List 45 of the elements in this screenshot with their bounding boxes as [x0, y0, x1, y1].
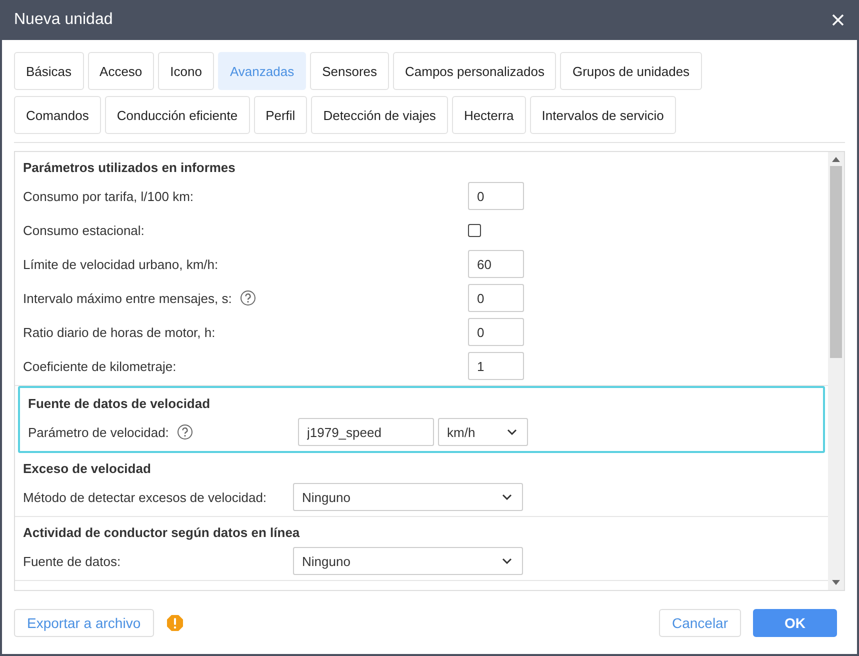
field-label: Límite de velocidad urbano, km/h: [23, 256, 218, 272]
number-field[interactable]: 0 [468, 318, 524, 346]
tab[interactable]: Detección de viajes [311, 96, 448, 134]
close-icon[interactable] [831, 13, 845, 27]
section-title: Actividad de conductor según datos en línea [23, 524, 300, 542]
checkbox[interactable] [468, 224, 481, 236]
field-label: Fuente de datos: [23, 554, 121, 568]
scrollbar[interactable] [828, 152, 844, 590]
caret-icon [507, 429, 517, 435]
tab[interactable]: Conducción eficiente [104, 96, 250, 134]
tab[interactable]: Comandos [14, 96, 101, 134]
method-dropdown[interactable]: Ninguno [293, 483, 523, 511]
number-field[interactable]: 60 [468, 250, 524, 278]
tab[interactable]: Campos personalizados [393, 52, 556, 90]
method-dropdown[interactable]: Ninguno [293, 547, 523, 575]
tab[interactable]: Básicas [14, 52, 84, 90]
number-field[interactable]: 1 [468, 352, 524, 380]
help-icon[interactable] [240, 290, 256, 306]
field-label: Método de detectar excesos de velocidad: [23, 490, 267, 504]
tab[interactable]: Hecterra [452, 96, 526, 134]
field-label: Coeficiente de kilometraje: [23, 358, 176, 374]
field-label: Consumo estacional: [23, 222, 144, 238]
tab[interactable]: Sensores [310, 52, 389, 90]
section-title: Fuente de datos de velocidad [28, 395, 210, 413]
caret-icon [502, 494, 512, 500]
field-label: Ratio diario de horas de motor, h: [23, 324, 216, 340]
help-icon[interactable] [176, 424, 193, 440]
number-field[interactable]: 0 [468, 182, 524, 210]
field-label: Parámetro de velocidad: [28, 424, 169, 440]
section-title: Parámetros utilizados en informes [23, 159, 236, 177]
scroll-down-icon[interactable] [832, 580, 840, 586]
parameter-field[interactable]: j1979_speed [298, 418, 434, 446]
window-title: Nueva unidad [14, 11, 113, 29]
tab[interactable]: Grupos de unidades [560, 52, 702, 90]
tab[interactable]: Acceso [88, 52, 154, 90]
unit-dropdown[interactable]: km/h [438, 418, 528, 446]
tab[interactable]: Perfil [254, 96, 308, 134]
field-label: Consumo por tarifa, l/100 km: [23, 188, 194, 204]
caret-icon [502, 558, 512, 564]
number-field[interactable]: 0 [468, 284, 524, 312]
field-label: Intervalo máximo entre mensajes, s: [23, 290, 232, 306]
section-title: Exceso de velocidad [23, 460, 151, 478]
scroll-up-icon[interactable] [832, 156, 840, 162]
tab[interactable]: Intervalos de servicio [530, 96, 676, 134]
tab[interactable]: Icono [158, 52, 214, 90]
